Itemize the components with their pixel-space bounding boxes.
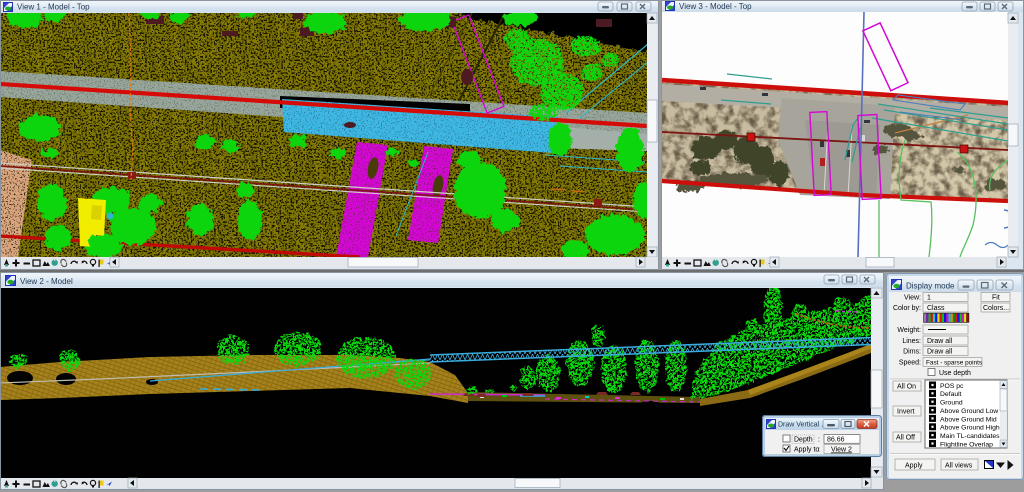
svg-text:Apply: Apply (905, 463, 923, 470)
svg-text:1: 1 (927, 295, 931, 302)
svg-text:Default: Default (940, 391, 962, 398)
svg-text::: : (818, 437, 820, 444)
svg-text:All On: All On (897, 384, 916, 391)
svg-text:Use depth: Use depth (939, 370, 971, 377)
svg-text:All Off: All Off (896, 435, 915, 442)
svg-text:Weight:: Weight: (897, 327, 921, 334)
svg-text:Above Ground Mid: Above Ground Mid (940, 416, 997, 423)
svg-text:View:: View: (904, 295, 921, 302)
svg-text:View 2 - Model: View 2 - Model (20, 277, 73, 286)
svg-text:Invert: Invert (897, 409, 915, 416)
svg-text:Above Ground Low: Above Ground Low (940, 408, 998, 415)
svg-text:Fast - sparse points: Fast - sparse points (926, 359, 982, 366)
svg-text:Colors...: Colors... (983, 305, 1009, 312)
svg-text:Color by:: Color by: (893, 305, 921, 312)
svg-text:Apply to: Apply to (794, 447, 819, 454)
svg-text:Ground: Ground (940, 400, 963, 407)
svg-text:Class: Class (927, 305, 945, 312)
svg-text:86.66: 86.66 (827, 436, 845, 443)
svg-text:Draw all: Draw all (927, 349, 953, 356)
svg-text:View 2: View 2 (831, 447, 852, 454)
svg-text::: : (818, 447, 820, 454)
svg-text:Draw Vertical ...: Draw Vertical ... (778, 422, 827, 429)
svg-text:Lines:: Lines: (902, 338, 921, 345)
svg-text:Fit: Fit (992, 295, 1000, 302)
svg-text:Speed:: Speed: (899, 360, 921, 367)
svg-text:POS pc: POS pc (940, 383, 964, 390)
svg-text:View 3 - Model - Top: View 3 - Model - Top (679, 2, 752, 11)
svg-text:Above Ground High: Above Ground High (940, 425, 1000, 432)
svg-text:Display mode: Display mode (906, 282, 955, 291)
svg-text:Draw all: Draw all (927, 338, 953, 345)
svg-text:Depth: Depth (794, 437, 813, 444)
svg-text:Dims:: Dims: (903, 349, 921, 356)
svg-text:Main TL-candidates: Main TL-candidates (940, 433, 1000, 440)
svg-text:View 1 - Model - Top: View 1 - Model - Top (17, 3, 90, 12)
svg-text:Flightline Overlap: Flightline Overlap (940, 441, 993, 448)
svg-text:All views: All views (945, 463, 973, 470)
